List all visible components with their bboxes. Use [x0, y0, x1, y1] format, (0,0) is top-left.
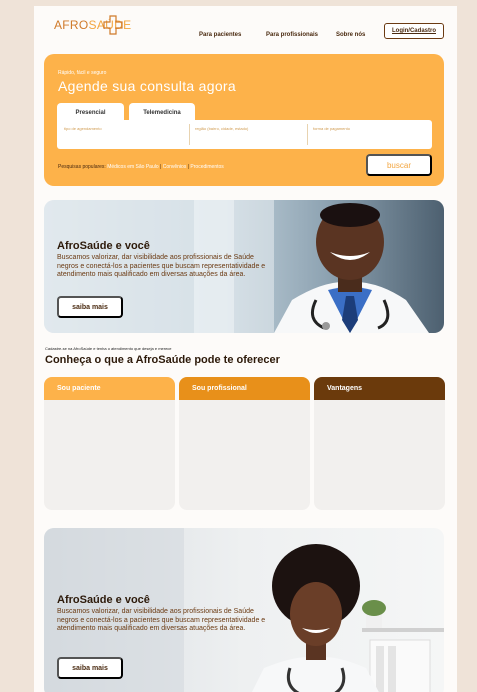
saiba-mais-button[interactable]: saiba mais [57, 296, 123, 318]
hero-description: Buscamos valorizar, dar visibilidade aos… [57, 608, 266, 632]
logo-text-afro: AFRO [54, 18, 89, 32]
card-sou-profissional[interactable]: Sou profissional [179, 377, 310, 510]
nav-para-profissionais[interactable]: Para profissionais [266, 32, 318, 38]
nav-sobre-nos[interactable]: Sobre nós [336, 32, 365, 38]
card-label: Sou profissional [192, 385, 247, 392]
appointment-type-field[interactable]: tipo de agendamento [64, 126, 102, 131]
popular-link-procedimentos[interactable]: Procedimentos [190, 164, 223, 170]
field-divider [189, 124, 190, 145]
card-header: Sou profissional [179, 377, 310, 400]
popular-link-convenios[interactable]: Convênios [163, 164, 187, 170]
afrosaude-logo[interactable]: AFROSAÚDE [54, 15, 131, 35]
hero-banner-doctor-woman: AfroSaúde e você Buscamos valorizar, dar… [44, 528, 444, 692]
popular-label: Pesquisas populares: [58, 164, 106, 170]
card-label: Sou paciente [57, 385, 101, 392]
hero-description: Buscamos valorizar, dar visibilidade aos… [57, 254, 266, 278]
search-button[interactable]: buscar [366, 154, 432, 176]
card-label: Vantagens [327, 385, 363, 392]
hero-title: AfroSaúde e você [57, 240, 150, 252]
payment-field[interactable]: forma de pagamento [313, 126, 350, 131]
card-header: Vantagens [314, 377, 445, 400]
saiba-mais-button[interactable]: saiba mais [57, 657, 123, 679]
login-button[interactable]: Login/Cadastro [384, 23, 444, 39]
offers-title: Conheça o que a AfroSaúde pode te oferec… [45, 354, 280, 366]
hero-title: AfroSaúde e você [57, 594, 150, 606]
search-fields: tipo de agendamento região (bairro, cida… [57, 120, 432, 149]
search-kicker: Rápido, fácil e seguro [58, 70, 107, 76]
page: AFROSAÚDE Para pacientes Para profission… [34, 6, 457, 692]
nav-para-pacientes[interactable]: Para pacientes [199, 32, 241, 38]
search-card: Rápido, fácil e seguro Agende sua consul… [44, 54, 444, 186]
hero-banner-doctor: AfroSaúde e você Buscamos valorizar, dar… [44, 200, 444, 333]
medical-cross-icon [103, 15, 123, 35]
region-field[interactable]: região (bairro, cidade, estado) [195, 126, 248, 131]
card-sou-paciente[interactable]: Sou paciente [44, 377, 175, 510]
field-divider [307, 124, 308, 145]
card-vantagens[interactable]: Vantagens [314, 377, 445, 510]
popular-searches: Pesquisas populares: Médicos em São Paul… [58, 164, 224, 170]
search-title: Agende sua consulta agora [58, 78, 236, 94]
card-header: Sou paciente [44, 377, 175, 400]
popular-link-medicos[interactable]: Médicos em São Paulo [107, 164, 158, 170]
offers-kicker: Cadastre-se na AfroSaúde e tenha o atend… [45, 346, 172, 351]
